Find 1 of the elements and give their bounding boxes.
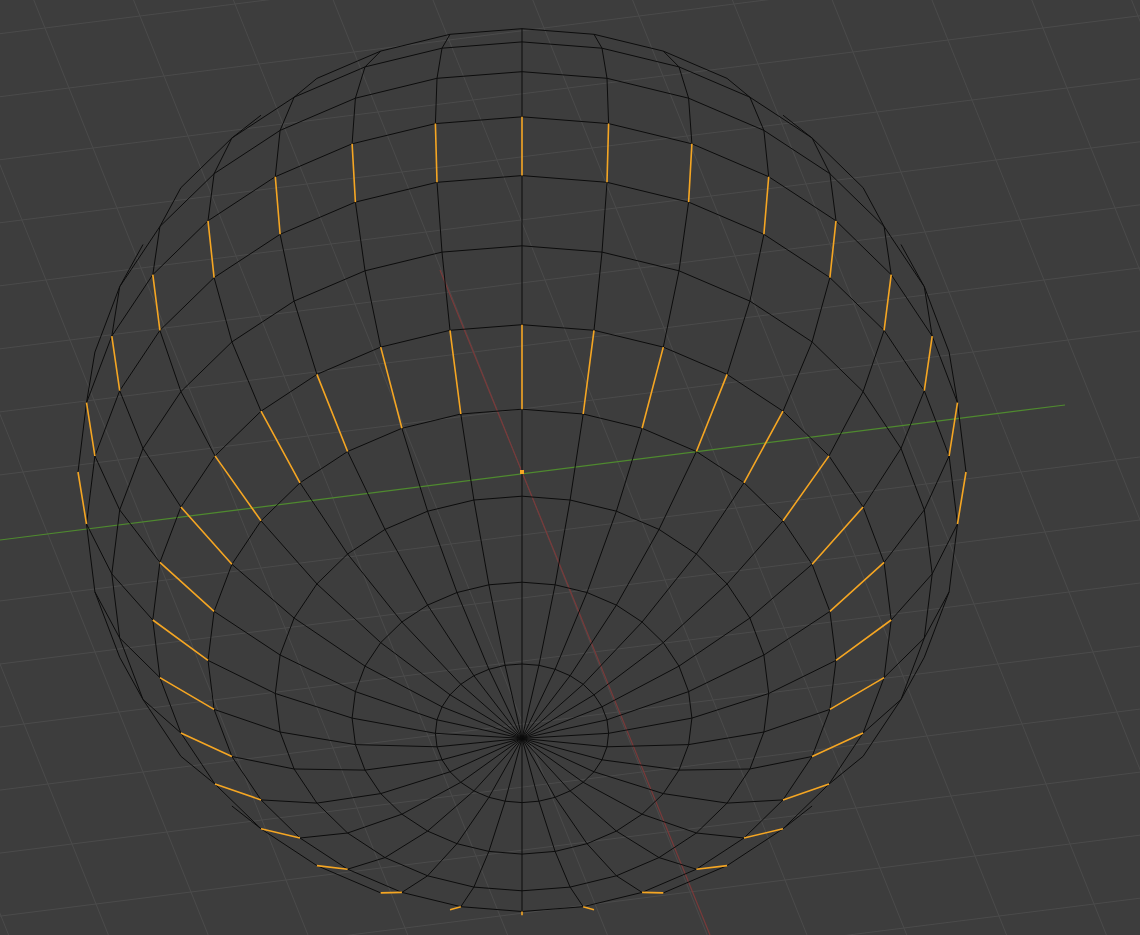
origin-point-icon <box>520 470 524 474</box>
